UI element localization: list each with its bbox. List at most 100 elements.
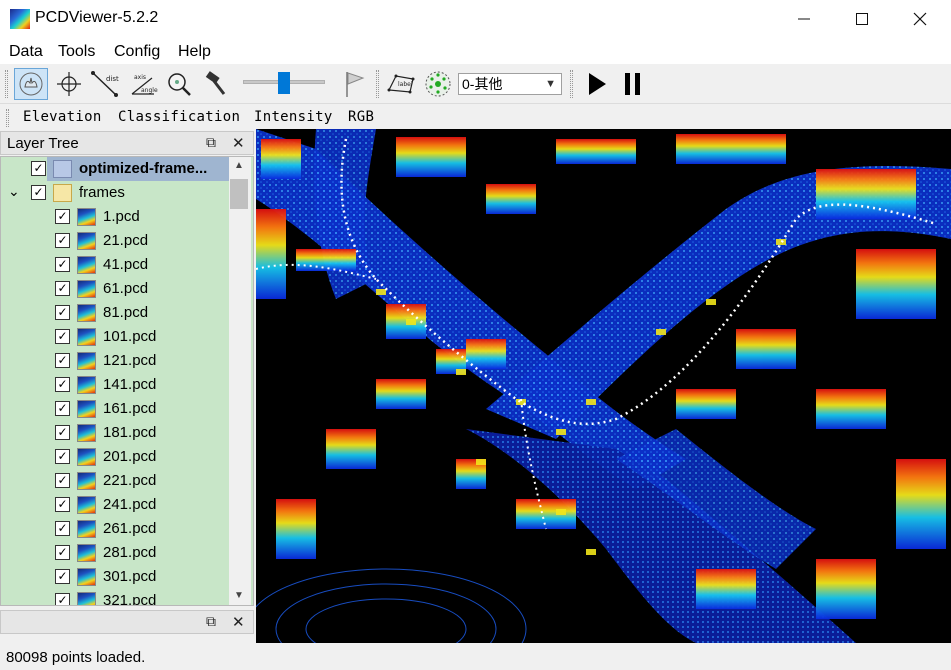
- class-select[interactable]: 0-其他 ▼: [458, 73, 562, 95]
- toolbar-grip-4[interactable]: [6, 109, 9, 127]
- layer-tree[interactable]: ✓ optimized-frame... ⌄ ✓ frames ✓ 1.pcd ✓ 21.pcd…: [0, 156, 254, 606]
- toolbar-grip[interactable]: [5, 70, 8, 98]
- play-button[interactable]: [580, 68, 614, 100]
- play-icon: [589, 73, 606, 95]
- mode-classification[interactable]: Classification: [118, 109, 240, 125]
- layer-checkbox[interactable]: ✓: [55, 209, 70, 224]
- layer-tree-item[interactable]: ✓ 261.pcd: [1, 517, 229, 541]
- layer-tree-item[interactable]: ✓ 61.pcd: [1, 277, 229, 301]
- title-bar: PCDViewer-5.2.2: [0, 0, 951, 38]
- layer-label: 201.pcd: [103, 448, 157, 465]
- layer-tree-item[interactable]: ✓ 141.pcd: [1, 373, 229, 397]
- crosshair-icon: [57, 72, 81, 96]
- layer-checkbox[interactable]: ✓: [55, 377, 70, 392]
- layer-tree-item[interactable]: ✓ 241.pcd: [1, 493, 229, 517]
- window-title: PCDViewer-5.2.2: [35, 9, 159, 26]
- float-panel-icon[interactable]: ⧉: [206, 134, 216, 151]
- layer-tree-item[interactable]: ✓ 1.pcd: [1, 205, 229, 229]
- layer-label: 281.pcd: [103, 544, 157, 561]
- toolbar-grip-2[interactable]: [376, 70, 379, 98]
- layer-checkbox[interactable]: ✓: [55, 425, 70, 440]
- maximize-button[interactable]: [833, 0, 891, 38]
- expand-chevron-icon[interactable]: ⌄: [8, 183, 20, 200]
- mode-rgb[interactable]: RGB: [348, 109, 374, 125]
- layer-tree-item[interactable]: ✓ 221.pcd: [1, 469, 229, 493]
- layer-tree-scrollbar[interactable]: ▲ ▼: [229, 157, 251, 605]
- layer-checkbox[interactable]: ✓: [55, 257, 70, 272]
- toolbar-grip-3[interactable]: [570, 70, 573, 98]
- float-panel-icon-2[interactable]: ⧉: [206, 613, 216, 630]
- layer-checkbox[interactable]: ✓: [55, 569, 70, 584]
- layer-label: 121.pcd: [103, 352, 157, 369]
- layer-tree-item[interactable]: ⌄ ✓ frames: [1, 181, 229, 205]
- layer-tree-item[interactable]: ✓ 121.pcd: [1, 349, 229, 373]
- distance-measure-button[interactable]: dist: [88, 68, 122, 100]
- label-button[interactable]: label: [384, 68, 418, 100]
- status-bar: 80098 points loaded.: [0, 646, 951, 670]
- mode-intensity[interactable]: Intensity: [254, 109, 333, 125]
- layer-checkbox[interactable]: ✓: [55, 497, 70, 512]
- layer-label: 181.pcd: [103, 424, 157, 441]
- pcd-icon: [77, 568, 96, 586]
- layer-tree-item[interactable]: ✓ optimized-frame...: [1, 157, 229, 181]
- pcd-icon: [77, 304, 96, 322]
- layer-checkbox[interactable]: ✓: [55, 545, 70, 560]
- layer-tree-item[interactable]: ✓ 41.pcd: [1, 253, 229, 277]
- layer-checkbox[interactable]: ✓: [55, 329, 70, 344]
- layer-label: 1.pcd: [103, 208, 140, 225]
- pcd-icon: [77, 496, 96, 514]
- cluster-button[interactable]: [421, 68, 455, 100]
- close-panel-icon-2[interactable]: ✕: [232, 613, 245, 631]
- secondary-panel-header: ⧉ ✕: [0, 610, 254, 634]
- close-panel-icon[interactable]: ✕: [232, 134, 245, 152]
- layer-tree-item[interactable]: ✓ 81.pcd: [1, 301, 229, 325]
- layer-label: optimized-frame...: [79, 160, 208, 177]
- point-pick-button[interactable]: [52, 68, 86, 100]
- layer-label: 301.pcd: [103, 568, 157, 585]
- layer-checkbox[interactable]: ✓: [55, 401, 70, 416]
- layer-checkbox[interactable]: ✓: [55, 449, 70, 464]
- layer-checkbox[interactable]: ✓: [55, 521, 70, 536]
- layer-checkbox[interactable]: ✓: [55, 353, 70, 368]
- menu-help[interactable]: Help: [178, 43, 211, 61]
- menu-data[interactable]: Data: [9, 43, 43, 61]
- pause-button[interactable]: [616, 68, 650, 100]
- zoom-button[interactable]: [162, 68, 196, 100]
- layer-checkbox[interactable]: ✓: [31, 161, 46, 176]
- layer-tree-item[interactable]: ✓ 321.pcd: [1, 589, 229, 605]
- mode-elevation[interactable]: Elevation: [23, 109, 102, 125]
- menu-config[interactable]: Config: [114, 43, 160, 61]
- layer-tree-item[interactable]: ✓ 21.pcd: [1, 229, 229, 253]
- layer-tree-item[interactable]: ✓ 181.pcd: [1, 421, 229, 445]
- layer-label: 21.pcd: [103, 232, 149, 249]
- layer-checkbox[interactable]: ✓: [55, 593, 70, 605]
- layer-checkbox[interactable]: ✓: [55, 233, 70, 248]
- minimize-button[interactable]: [775, 0, 833, 38]
- angle-measure-button[interactable]: axis angle: [126, 68, 160, 100]
- cluster-icon: [425, 71, 451, 97]
- point-cloud-render[interactable]: [256, 129, 951, 643]
- flag-button[interactable]: [337, 68, 371, 100]
- slider-handle[interactable]: [278, 72, 290, 94]
- close-button[interactable]: [891, 0, 949, 38]
- menu-tools[interactable]: Tools: [58, 43, 95, 61]
- select-tool-button[interactable]: [14, 68, 48, 100]
- pcd-icon: [77, 328, 96, 346]
- point-cloud-viewport[interactable]: [256, 129, 951, 643]
- layer-tree-item[interactable]: ✓ 201.pcd: [1, 445, 229, 469]
- layer-label: 101.pcd: [103, 328, 157, 345]
- layer-checkbox[interactable]: ✓: [55, 305, 70, 320]
- layer-tree-item[interactable]: ✓ 301.pcd: [1, 565, 229, 589]
- layer-checkbox[interactable]: ✓: [55, 281, 70, 296]
- layer-checkbox[interactable]: ✓: [55, 473, 70, 488]
- scroll-up-icon[interactable]: ▲: [234, 160, 244, 171]
- scroll-thumb[interactable]: [230, 179, 248, 209]
- layer-tree-item[interactable]: ✓ 281.pcd: [1, 541, 229, 565]
- layer-tree-item[interactable]: ✓ 161.pcd: [1, 397, 229, 421]
- layer-tree-item[interactable]: ✓ 101.pcd: [1, 325, 229, 349]
- hammer-tool-button[interactable]: [198, 68, 232, 100]
- layer-checkbox[interactable]: ✓: [31, 185, 46, 200]
- layer-label: 41.pcd: [103, 256, 149, 273]
- scroll-down-icon[interactable]: ▼: [234, 590, 244, 601]
- close-icon: [913, 12, 927, 26]
